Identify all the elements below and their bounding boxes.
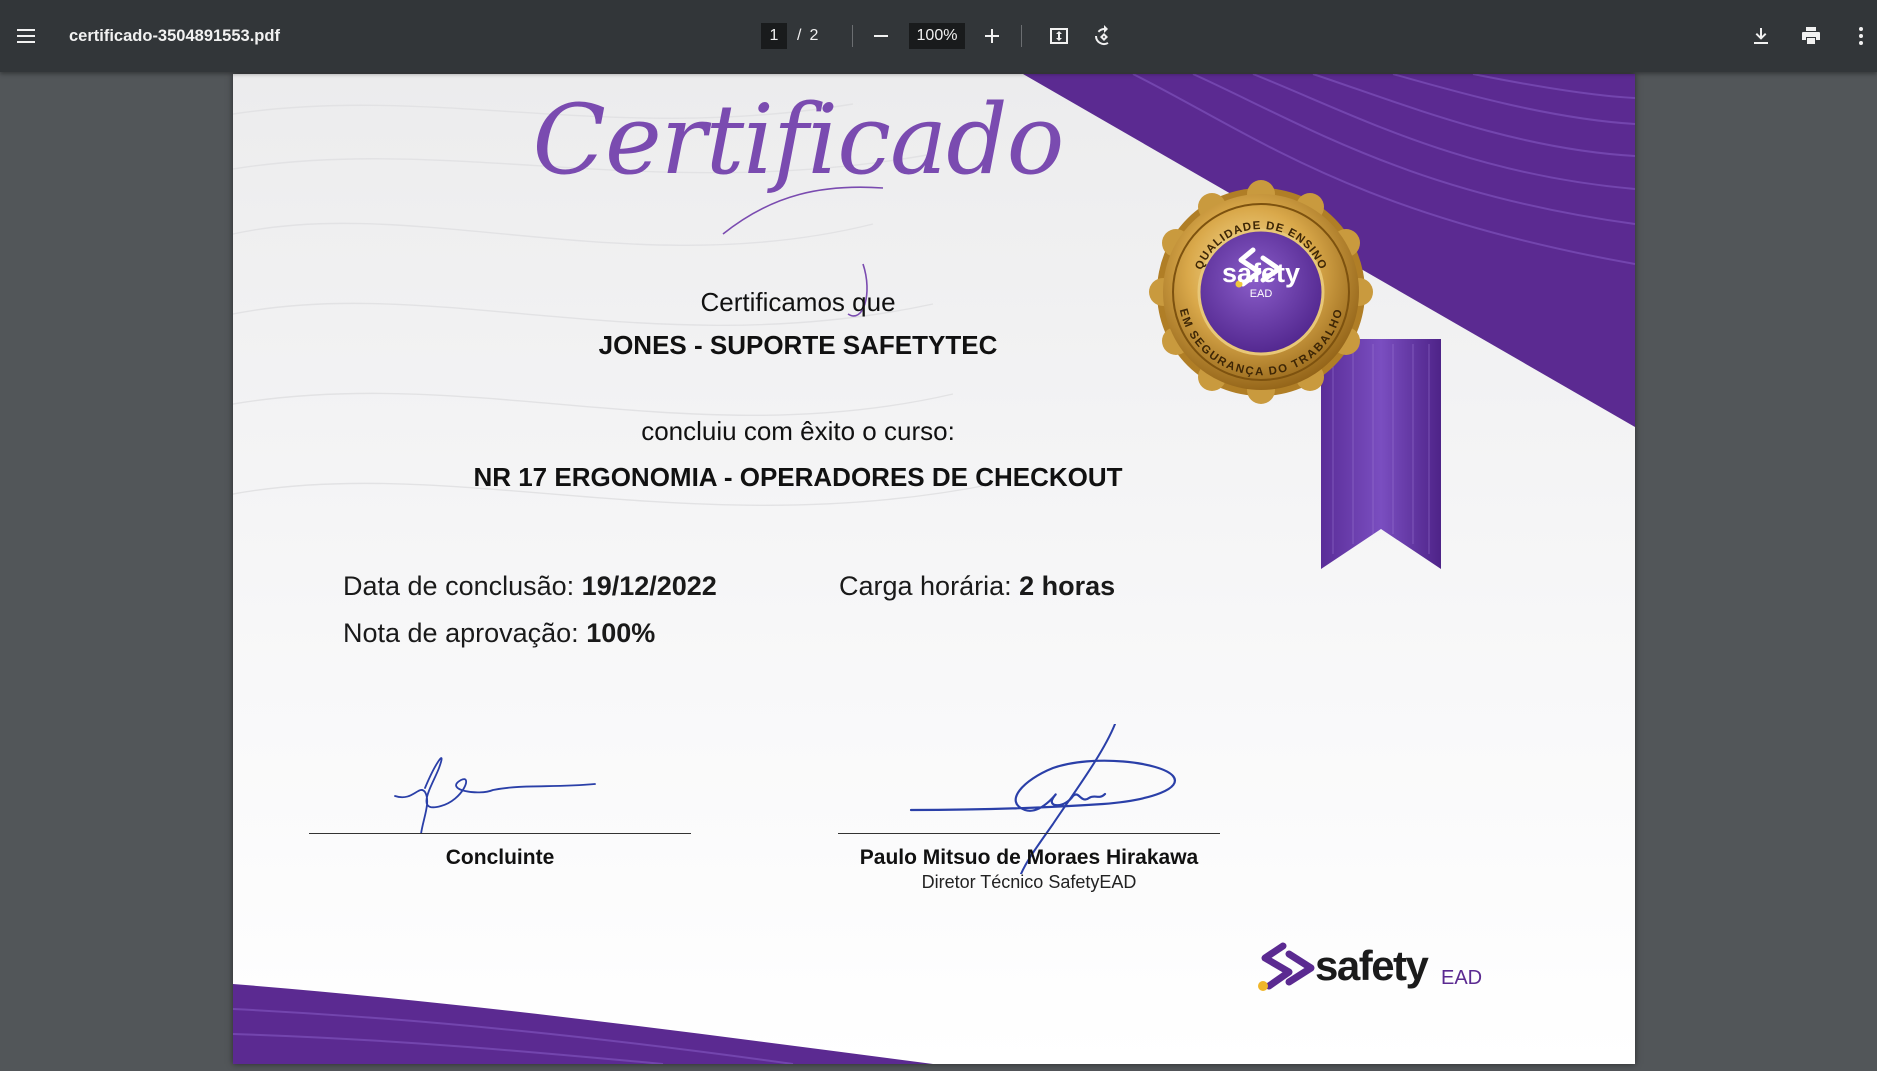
- recipient-name: JONES - SUPORTE SAFETYTEC: [598, 330, 998, 360]
- workload-field: Carga horária: 2 horas: [839, 571, 1115, 602]
- workload-label: Carga horária:: [839, 571, 1012, 601]
- seal-brand-text: safety: [1222, 258, 1300, 288]
- student-signature: [394, 757, 596, 834]
- footer-logo-brand: safety: [1315, 942, 1429, 989]
- zoom-input[interactable]: [909, 23, 965, 49]
- logo-mark-icon: [1258, 942, 1315, 991]
- fit-to-page-icon[interactable]: [1039, 16, 1079, 56]
- more-vert-icon[interactable]: [1841, 16, 1877, 56]
- student-signature-label: Concluinte: [445, 846, 555, 869]
- director-signature-line: [838, 833, 1220, 834]
- hamburger-menu-icon[interactable]: [6, 16, 46, 56]
- grade-value: 100%: [586, 618, 656, 648]
- rotate-icon[interactable]: [1084, 16, 1124, 56]
- grade-field: Nota de aprovação: 100%: [343, 618, 655, 649]
- student-signature-line: [309, 833, 691, 834]
- intro-text: Certificamos que: [700, 287, 896, 317]
- grade-label: Nota de aprovação:: [343, 618, 579, 648]
- toolbar-divider: [852, 25, 853, 47]
- director-name: Paulo Mitsuo de Moraes Hirakawa: [859, 846, 1199, 869]
- footer-logo: safety EAD: [1255, 940, 1495, 1000]
- page-number-input[interactable]: [761, 23, 787, 49]
- page-separator: /: [797, 27, 802, 44]
- director-title: Diretor Técnico SafetyEAD: [921, 872, 1137, 892]
- pdf-page: QUALIDADE DE ENSINO EM SEGURANÇA DO TRAB…: [233, 74, 1635, 1064]
- document-title: certificado-3504891553.pdf: [69, 26, 280, 45]
- total-pages: 2: [809, 27, 819, 44]
- print-icon[interactable]: [1791, 16, 1831, 56]
- course-name: NR 17 ERGONOMIA - OPERADORES DE CHECKOUT: [473, 462, 1123, 492]
- completion-date-value: 19/12/2022: [581, 571, 717, 601]
- toolbar-divider: [1021, 25, 1022, 47]
- completion-date-label: Data de conclusão:: [343, 571, 575, 601]
- course-intro-text: concluiu com êxito o curso:: [641, 416, 955, 446]
- completion-date-field: Data de conclusão: 19/12/2022: [343, 571, 717, 602]
- plus-icon[interactable]: [972, 16, 1012, 56]
- download-icon[interactable]: [1741, 16, 1781, 56]
- pdf-toolbar: certificado-3504891553.pdf / 2: [0, 0, 1877, 72]
- minus-icon[interactable]: [861, 16, 901, 56]
- workload-value: 2 horas: [1019, 571, 1116, 601]
- footer-logo-sub: EAD: [1441, 967, 1483, 989]
